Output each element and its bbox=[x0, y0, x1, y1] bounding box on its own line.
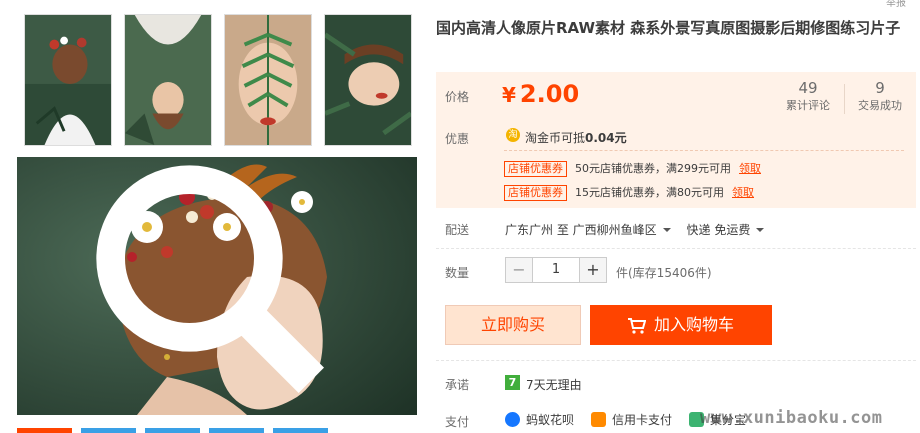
coupon-row: 店铺优惠券 50元店铺优惠券，满299元可用 领取 bbox=[504, 160, 761, 177]
price-value: 2.00 bbox=[519, 80, 580, 108]
increment-button[interactable]: + bbox=[579, 258, 606, 282]
strip-segment bbox=[209, 428, 264, 433]
shipping-info: 广东广州 至 广西柳州鱼峰区 快递 免运费 bbox=[505, 221, 770, 238]
quantity-label: 数量 bbox=[445, 266, 470, 280]
add-to-cart-label: 加入购物车 bbox=[653, 315, 734, 334]
coin-discount-text: 淘金币可抵0.04元 bbox=[525, 129, 627, 146]
discount-label: 优惠 bbox=[445, 132, 470, 146]
thumbnail-1[interactable] bbox=[24, 14, 112, 146]
coupon-tag: 店铺优惠券 bbox=[504, 161, 567, 177]
ship-from: 广东广州 至 bbox=[505, 223, 569, 237]
thumbnail-3[interactable] bbox=[224, 14, 312, 146]
review-count: 49 bbox=[798, 79, 818, 97]
currency-symbol: ¥ bbox=[502, 83, 516, 107]
price-panel: 价格 ¥2.00 49 累计评论 9 交易成功 优惠 淘 淘金币可抵0.04元 … bbox=[436, 72, 916, 208]
claim-coupon-link[interactable]: 领取 bbox=[739, 162, 761, 175]
stat-divider bbox=[844, 84, 845, 114]
payment-credit-card[interactable]: 信用卡支付 bbox=[591, 411, 672, 428]
report-link[interactable]: 举报 bbox=[886, 0, 906, 9]
shipping-method: 快递 免运费 bbox=[686, 223, 751, 237]
huabei-icon bbox=[505, 412, 520, 427]
ship-to-select[interactable]: 广西柳州鱼峰区 bbox=[573, 223, 677, 237]
payment-huabei[interactable]: 蚂蚁花呗 bbox=[505, 411, 574, 428]
coupon-text: 15元店铺优惠券，满80元可用 bbox=[575, 186, 724, 199]
decrement-button[interactable]: − bbox=[506, 258, 533, 282]
main-product-image[interactable] bbox=[17, 157, 417, 415]
sales-count-label: 交易成功 bbox=[858, 99, 902, 112]
payment-method-label: 蚂蚁花呗 bbox=[526, 413, 575, 427]
credit-card-icon bbox=[591, 412, 606, 427]
ship-to: 广西柳州鱼峰区 bbox=[572, 223, 657, 237]
promise-text[interactable]: 7天无理由 bbox=[526, 376, 582, 393]
strip-segment bbox=[145, 428, 200, 433]
divider bbox=[436, 360, 916, 361]
sales-count: 9 bbox=[875, 79, 885, 97]
strip-segment bbox=[17, 428, 72, 433]
strip-segment bbox=[273, 428, 328, 433]
seven-day-return-icon: 7 bbox=[505, 375, 520, 390]
coupon-tag: 店铺优惠券 bbox=[504, 185, 567, 201]
quantity-stepper: − 1 + bbox=[505, 257, 607, 283]
coin-prefix: 淘金币可抵 bbox=[525, 131, 586, 145]
gallery-strip bbox=[17, 428, 417, 433]
add-to-cart-button[interactable]: 加入购物车 bbox=[590, 305, 772, 345]
payment-label: 支付 bbox=[445, 415, 470, 429]
sales-count-stat: 9 交易成功 bbox=[850, 79, 910, 113]
thumbnail-4[interactable] bbox=[324, 14, 412, 146]
coupon-row: 店铺优惠券 15元店铺优惠券，满80元可用 领取 bbox=[504, 184, 754, 201]
review-count-label: 累计评论 bbox=[786, 99, 830, 112]
product-title: 国内高清人像原片RAW素材 森系外景写真原图摄影后期修图练习片子 bbox=[436, 19, 901, 37]
quantity-input[interactable]: 1 bbox=[533, 258, 579, 282]
promise-label: 承诺 bbox=[445, 378, 470, 392]
zoom-icon[interactable] bbox=[17, 157, 411, 409]
coin-amount: 0.04元 bbox=[585, 131, 627, 145]
thumbnail-list bbox=[24, 14, 416, 148]
shipping-method-select[interactable]: 快递 免运费 bbox=[687, 223, 771, 237]
payment-method-label: 信用卡支付 bbox=[612, 413, 673, 427]
chevron-down-icon bbox=[662, 227, 671, 232]
cart-icon bbox=[627, 317, 646, 334]
thumbnail-2[interactable] bbox=[124, 14, 212, 146]
price-value-group: ¥2.00 bbox=[502, 80, 579, 108]
strip-segment bbox=[81, 428, 136, 433]
chevron-down-icon bbox=[756, 227, 765, 232]
price-label: 价格 bbox=[445, 90, 470, 104]
divider bbox=[504, 150, 904, 151]
watermark-text: www.xunibaoku.com bbox=[700, 408, 883, 428]
claim-coupon-link[interactable]: 领取 bbox=[732, 186, 754, 199]
shipping-label: 配送 bbox=[445, 223, 470, 237]
stock-text: 件(库存15406件) bbox=[616, 266, 712, 280]
buy-now-button[interactable]: 立即购买 bbox=[445, 305, 581, 345]
divider bbox=[436, 248, 916, 249]
taobao-coin-icon: 淘 bbox=[506, 128, 520, 142]
coupon-text: 50元店铺优惠券，满299元可用 bbox=[575, 162, 731, 175]
review-count-stat[interactable]: 49 累计评论 bbox=[776, 79, 840, 113]
